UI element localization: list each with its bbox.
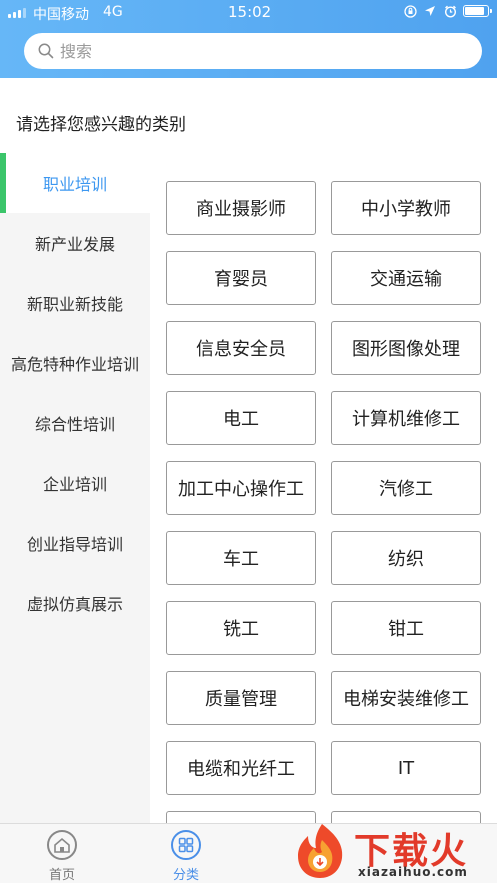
tab-category-label: 分类 bbox=[172, 868, 199, 883]
sidebar-item-label: 新产业发展 bbox=[34, 235, 115, 254]
category-tile[interactable]: 交通运输 bbox=[331, 251, 481, 305]
sidebar-item[interactable]: 综合性培训 bbox=[0, 393, 150, 453]
sidebar-item-label: 综合性培训 bbox=[34, 415, 115, 434]
category-tile[interactable]: 信息安全员 bbox=[166, 321, 316, 375]
sidebar-item[interactable]: 新产业发展 bbox=[0, 213, 150, 273]
sidebar-item[interactable]: 高危特种作业培训 bbox=[0, 333, 150, 393]
status-icons bbox=[403, 4, 492, 18]
category-grid: 商业摄影师 中小学教师 育婴员 交通运输 信息安全员 图形图像处理 电工 计算机维修工 加工中心… bbox=[166, 181, 482, 823]
category-tile[interactable]: 计算机维修工 bbox=[331, 391, 481, 445]
search-bar[interactable] bbox=[24, 33, 482, 69]
tab-home[interactable]: 首页 bbox=[27, 830, 97, 883]
signal-icon bbox=[8, 8, 26, 18]
category-tile[interactable]: 商业摄影师 bbox=[166, 181, 316, 235]
category-icon bbox=[171, 830, 201, 860]
sidebar-item[interactable]: 企业培训 bbox=[0, 453, 150, 513]
sidebar-item-label: 职业培训 bbox=[42, 175, 107, 194]
sidebar-item-label: 虚拟仿真展示 bbox=[26, 595, 123, 614]
category-tile[interactable]: 钳工 bbox=[331, 601, 481, 655]
home-icon bbox=[47, 830, 77, 860]
watermark-url: xiazaihuo.com bbox=[358, 865, 468, 879]
page-prompt: 请选择您感兴趣的类别 bbox=[16, 115, 186, 135]
watermark: 下载火 xiazaihuo.com bbox=[292, 818, 497, 883]
sidebar-item-label: 企业培训 bbox=[42, 475, 107, 494]
category-tile[interactable]: 育婴员 bbox=[166, 251, 316, 305]
category-tile[interactable]: 图形图像处理 bbox=[331, 321, 481, 375]
tab-category[interactable]: 分类 bbox=[151, 830, 221, 883]
sidebar-item[interactable]: 新职业新技能 bbox=[0, 273, 150, 333]
sidebar-item[interactable]: 创业指导培训 bbox=[0, 513, 150, 573]
sidebar-item-label: 高危特种作业培训 bbox=[10, 355, 139, 374]
sidebar-item[interactable]: 职业培训 bbox=[0, 153, 150, 213]
category-tile[interactable]: 纺织 bbox=[331, 531, 481, 585]
category-tile[interactable]: IT bbox=[331, 741, 481, 795]
category-tile[interactable]: 电梯安装维修工 bbox=[331, 671, 481, 725]
rotation-lock-icon bbox=[403, 4, 417, 18]
category-tile[interactable]: 质量管理 bbox=[166, 671, 316, 725]
clock: 15:02 bbox=[228, 3, 272, 21]
status-bar: 中国移动 4G 15:02 bbox=[0, 0, 497, 26]
sidebar-item[interactable]: 虚拟仿真展示 bbox=[0, 573, 150, 633]
battery-icon bbox=[463, 5, 492, 17]
network-type: 4G bbox=[103, 4, 123, 20]
category-tile[interactable]: 车工 bbox=[166, 531, 316, 585]
carrier-name: 中国移动 bbox=[33, 7, 89, 23]
category-tile[interactable]: 铣工 bbox=[166, 601, 316, 655]
alarm-icon bbox=[443, 4, 457, 18]
search-input[interactable] bbox=[60, 41, 440, 61]
sidebar-item-label: 新职业新技能 bbox=[26, 295, 123, 314]
header: 中国移动 4G 15:02 bbox=[0, 0, 497, 78]
category-tile[interactable]: 电缆和光纤工 bbox=[166, 741, 316, 795]
search-icon bbox=[38, 43, 54, 59]
category-tile[interactable]: 电工 bbox=[166, 391, 316, 445]
tab-home-label: 首页 bbox=[48, 868, 75, 883]
sidebar-item-label: 创业指导培训 bbox=[26, 535, 123, 554]
location-icon bbox=[423, 4, 437, 18]
category-sidebar: 职业培训新产业发展新职业新技能 高危特种作业培训 综合性培训企业培训创业指导培训 虚拟… bbox=[0, 153, 150, 823]
category-tile[interactable]: 加工中心操作工 bbox=[166, 461, 316, 515]
category-tile[interactable]: 中小学教师 bbox=[331, 181, 481, 235]
category-tile[interactable]: 汽修工 bbox=[331, 461, 481, 515]
